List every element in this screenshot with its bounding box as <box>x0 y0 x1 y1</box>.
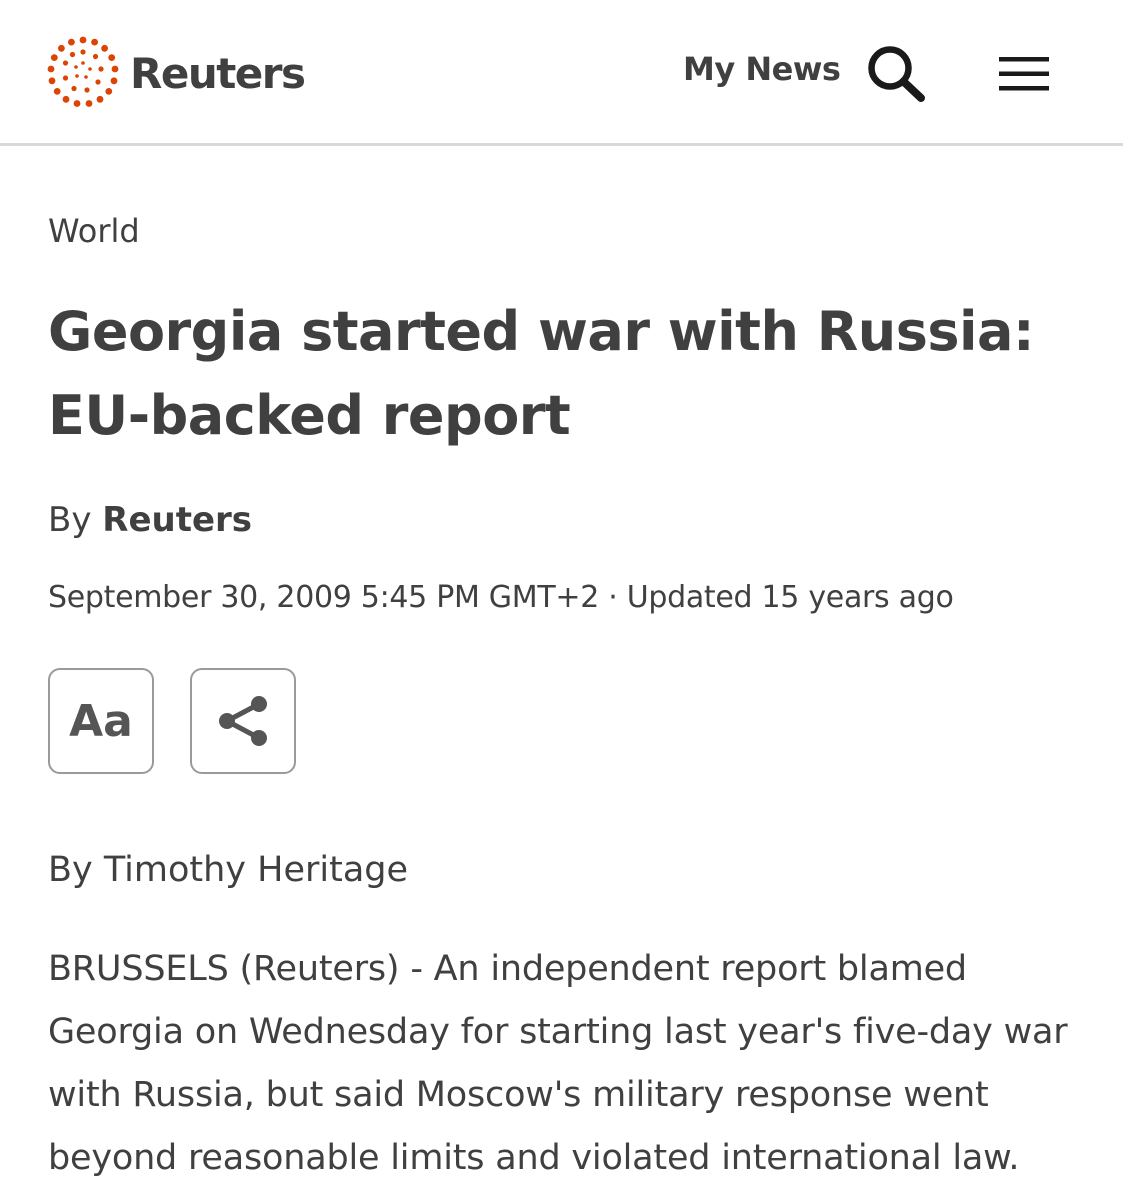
byline: By Reuters <box>48 500 252 540</box>
search-button[interactable] <box>866 44 928 104</box>
article-body-paragraph: BRUSSELS (Reuters) - An independent repo… <box>48 949 1068 1178</box>
reuters-logo[interactable]: Reuters <box>46 36 306 110</box>
reuters-logo-icon <box>47 36 119 107</box>
article-dateline: September 30, 2009 5:45 PM GMT+2 · Updat… <box>48 580 954 615</box>
byline-prefix: By <box>48 500 92 540</box>
font-size-label: Aa <box>69 695 133 747</box>
author-line: By Timothy Heritage <box>48 850 409 890</box>
site-header: Reuters My News <box>0 0 1123 146</box>
byline-author-link[interactable]: Reuters <box>102 500 252 540</box>
section-link[interactable]: World <box>48 212 140 250</box>
article-headline: Georgia started war with Russia: EU-back… <box>48 300 1035 447</box>
my-news-link[interactable]: My News <box>683 50 841 88</box>
share-button[interactable] <box>190 668 296 774</box>
font-size-button[interactable]: Aa <box>48 668 154 774</box>
search-icon <box>868 46 925 102</box>
menu-button[interactable] <box>996 52 1052 96</box>
share-icon <box>219 696 267 746</box>
hamburger-menu-icon <box>999 57 1049 91</box>
brand-name: Reuters <box>130 48 306 98</box>
